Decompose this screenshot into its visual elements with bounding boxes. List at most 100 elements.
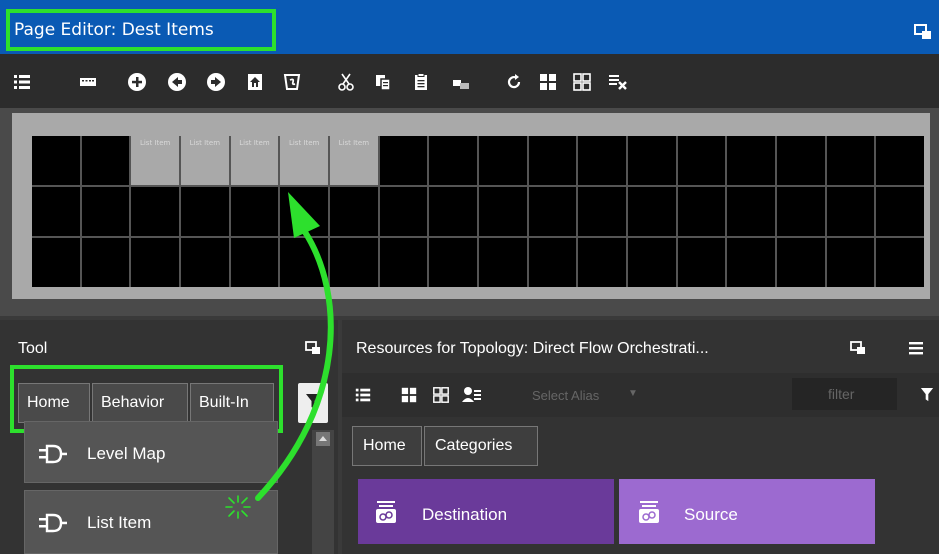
grid-cell-empty[interactable] (628, 136, 676, 185)
grid-cell-empty[interactable] (230, 187, 279, 236)
grid-cell-empty[interactable] (677, 187, 726, 236)
tool-item-level-map[interactable]: Level Map (24, 421, 278, 483)
grid-cell-empty[interactable] (628, 187, 676, 236)
grid-cell-empty[interactable] (826, 187, 875, 236)
filter-icon[interactable] (920, 387, 934, 408)
detach-panel-icon[interactable] (850, 341, 866, 355)
grid-cell-empty[interactable] (429, 187, 477, 236)
refresh-icon[interactable] (504, 72, 524, 92)
grid-cell-empty[interactable] (479, 187, 527, 236)
grid-cell-empty[interactable] (330, 238, 378, 287)
alias-icon[interactable] (462, 386, 481, 404)
grid-cell-empty[interactable] (677, 136, 726, 185)
cut-icon[interactable] (336, 72, 356, 92)
grid-cell-empty[interactable] (628, 238, 676, 287)
grid-cell-empty[interactable] (230, 238, 279, 287)
filter-icon (306, 394, 320, 409)
grid-cell-empty[interactable] (727, 187, 775, 236)
keyboard-icon[interactable] (78, 72, 98, 92)
grid-cell-empty[interactable] (181, 187, 229, 236)
grid-cell-empty[interactable] (479, 136, 527, 185)
grid-cell-empty[interactable] (379, 187, 428, 236)
duplicate-icon[interactable] (451, 72, 471, 92)
tool-panel-title: Tool (18, 340, 48, 357)
grid-cell-empty[interactable] (826, 136, 875, 185)
chevron-down-icon: ▼ (628, 388, 638, 399)
arrow-right-icon[interactable] (206, 72, 226, 92)
hamburger-menu-icon[interactable] (908, 340, 924, 356)
grid-cell-empty[interactable] (876, 238, 924, 287)
grid-cell-list-item[interactable]: List Item (330, 136, 378, 185)
resources-breadcrumb-home[interactable]: Home (352, 426, 422, 466)
grid-small-icon[interactable] (572, 72, 592, 92)
alias-select-placeholder: Select Alias (532, 388, 600, 403)
grid-cell-empty[interactable] (81, 136, 130, 185)
grid-cell-empty[interactable] (777, 136, 825, 185)
grid-cell-empty[interactable] (528, 187, 577, 236)
list-view-icon[interactable] (12, 72, 32, 92)
grid-cell-empty[interactable] (876, 187, 924, 236)
script-icon[interactable] (282, 72, 302, 92)
grid-cell-empty[interactable] (677, 238, 726, 287)
list-view-icon[interactable] (354, 386, 372, 404)
grid-large-icon[interactable] (538, 72, 558, 92)
tool-item-list-item[interactable]: List Item (24, 490, 278, 554)
grid-cell-empty[interactable] (131, 187, 179, 236)
arrow-left-icon[interactable] (167, 72, 187, 92)
breadcrumb-built-in[interactable]: Built-In (190, 383, 274, 423)
paste-icon[interactable] (411, 72, 431, 92)
resources-panel-title: Resources for Topology: Direct Flow Orch… (356, 340, 709, 357)
breadcrumb-home[interactable]: Home (18, 383, 90, 423)
grid-cell-empty[interactable] (777, 238, 825, 287)
grid-cell-empty[interactable] (578, 238, 626, 287)
grid-cell-list-item[interactable]: List Item (280, 136, 328, 185)
grid-cell-empty[interactable] (429, 136, 477, 185)
grid-cell-empty[interactable] (876, 136, 924, 185)
detach-window-icon[interactable] (914, 24, 932, 40)
tool-scrollbar[interactable] (312, 430, 334, 554)
source-category-icon (637, 500, 661, 524)
breadcrumb-behavior[interactable]: Behavior (92, 383, 188, 423)
grid-cell-empty[interactable] (727, 136, 775, 185)
destination-category-icon (374, 500, 398, 524)
grid-cell-empty[interactable] (379, 238, 428, 287)
grid-cell-empty[interactable] (32, 238, 80, 287)
grid-cell-list-item[interactable]: List Item (181, 136, 229, 185)
grid-cell-empty[interactable] (131, 238, 179, 287)
grid-cell-list-item[interactable]: List Item (230, 136, 279, 185)
resources-breadcrumb-categories[interactable]: Categories (424, 426, 538, 466)
home-page-icon[interactable] (245, 72, 265, 92)
filter-placeholder: filter (828, 386, 855, 402)
grid-cell-empty[interactable] (81, 187, 130, 236)
tool-filter-button[interactable] (298, 383, 328, 423)
detach-panel-icon[interactable] (305, 341, 321, 355)
grid-cell-empty[interactable] (578, 136, 626, 185)
grid-cell-empty[interactable] (578, 187, 626, 236)
grid-cell-empty[interactable] (727, 238, 775, 287)
scroll-up-icon[interactable] (316, 432, 330, 446)
grid-cell-empty[interactable] (280, 238, 328, 287)
grid-cell-list-item[interactable]: List Item (131, 136, 179, 185)
grid-cell-empty[interactable] (32, 187, 80, 236)
grid-cell-empty[interactable] (181, 238, 229, 287)
grid-cell-empty[interactable] (826, 238, 875, 287)
add-icon[interactable] (127, 72, 147, 92)
grid-cell-empty[interactable] (777, 187, 825, 236)
grid-cell-empty[interactable] (479, 238, 527, 287)
copy-icon[interactable] (373, 72, 393, 92)
grid-small-icon[interactable] (432, 386, 450, 404)
grid-cell-empty[interactable] (379, 136, 428, 185)
clear-selection-icon[interactable] (608, 72, 628, 92)
grid-large-icon[interactable] (400, 386, 418, 404)
grid-cell-empty[interactable] (32, 136, 80, 185)
grid-cell-empty[interactable] (528, 238, 577, 287)
grid-cell-empty[interactable] (280, 187, 328, 236)
grid-cell-empty[interactable] (330, 187, 378, 236)
canvas-bottom-bar (0, 299, 939, 316)
alias-select[interactable]: Select Alias ▼ (520, 384, 650, 406)
category-label: Destination (422, 505, 508, 524)
grid-cell-empty[interactable] (429, 238, 477, 287)
page-grid[interactable]: List Item List Item List Item List Item List… (32, 136, 924, 287)
grid-cell-empty[interactable] (81, 238, 130, 287)
grid-cell-empty[interactable] (528, 136, 577, 185)
